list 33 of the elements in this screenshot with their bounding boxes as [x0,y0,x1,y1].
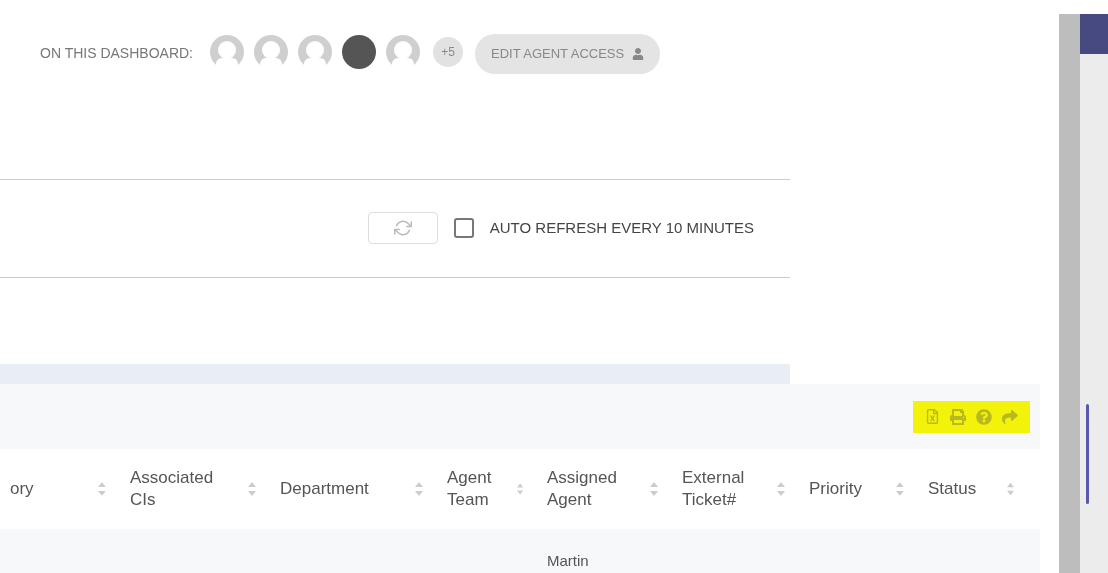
auto-refresh-label: AUTO REFRESH EVERY 10 MINUTES [489,217,754,238]
side-panel-header [1080,14,1108,54]
dark-avatar-icon [341,34,377,70]
sort-icon[interactable] [1007,482,1014,496]
spreadsheet-icon[interactable] [925,409,940,424]
column-header[interactable]: Status [928,478,1007,500]
avatar-icon [385,34,421,70]
sort-icon[interactable] [415,482,423,496]
column-header[interactable]: Assigned Agent [547,467,637,511]
avatar-icon [297,34,333,70]
sort-icon[interactable] [650,482,658,496]
auto-refresh-checkbox[interactable] [453,218,474,239]
avatar-icon [253,34,289,70]
sort-icon[interactable] [896,482,904,496]
column-header[interactable]: External Ticket# [682,467,772,511]
sort-icon[interactable] [98,482,106,496]
sort-icon[interactable] [248,482,256,496]
avatar-icon [209,34,245,70]
user-icon [632,48,645,60]
table-cell: Martin [547,552,589,569]
column-header[interactable]: Priority [809,478,897,500]
column-header[interactable]: Associated CIs [130,467,220,511]
print-icon[interactable] [950,408,966,425]
refresh-icon [393,219,412,238]
sort-icon[interactable] [516,482,523,496]
column-header[interactable]: Department [280,478,370,500]
viewers-label: ON THIS DASHBOARD: [40,44,193,63]
sort-icon[interactable] [777,482,785,496]
column-header[interactable]: ory [10,478,99,500]
share-icon[interactable] [1002,408,1018,425]
help-icon[interactable] [976,408,992,425]
column-header[interactable]: Agent Team [447,467,517,511]
refresh-button[interactable] [367,212,438,245]
